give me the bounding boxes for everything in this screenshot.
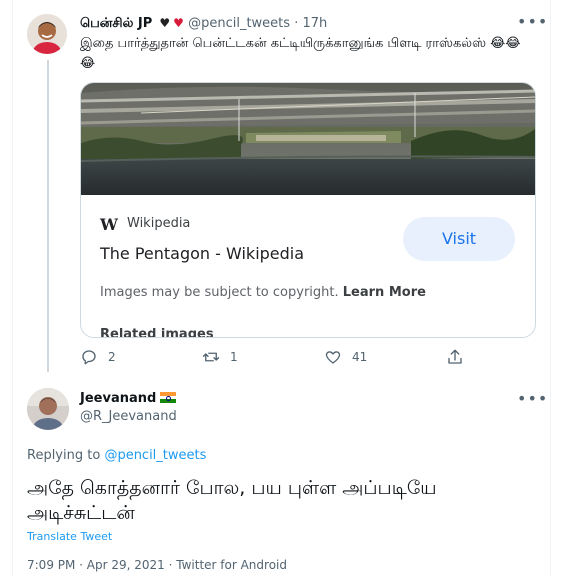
red-heart-icon: ♥ <box>173 16 184 30</box>
black-heart-icon: ♥ <box>159 16 171 30</box>
tweet2-author-name[interactable]: Jeevanand <box>80 391 156 406</box>
reply-icon <box>82 350 96 365</box>
translate-tweet-link[interactable]: Translate Tweet <box>27 530 112 543</box>
related-images-heading: Related images <box>100 327 214 338</box>
like-button[interactable]: 41 <box>324 346 367 368</box>
tweet1-handle[interactable]: @pencil_tweets <box>188 16 290 31</box>
tweet1-separator: · <box>294 16 299 31</box>
visit-button[interactable]: Visit <box>403 217 515 261</box>
replying-prefix: Replying to <box>27 448 101 463</box>
tweet2-meta: 7:09 PM · Apr 29, 2021 · Twitter for And… <box>27 558 287 572</box>
link-preview-card[interactable]: W Wikipedia The Pentagon - Wikipedia Vis… <box>80 82 536 338</box>
copyright-notice: Images may be subject to copyright. Lear… <box>100 285 426 300</box>
replying-to-line: Replying to @pencil_tweets <box>27 448 206 463</box>
heart-icon <box>325 351 341 364</box>
thread-connector-line <box>47 60 49 372</box>
avatar-jeevanand[interactable] <box>27 388 69 430</box>
tweet2-handle[interactable]: @R_Jeevanand <box>80 409 177 424</box>
retweet-button[interactable]: 1 <box>202 346 238 368</box>
india-flag-icon <box>160 392 177 403</box>
card-title[interactable]: The Pentagon - Wikipedia <box>100 244 304 263</box>
tweet1-time[interactable]: 17h <box>302 16 327 31</box>
card-source: Wikipedia <box>127 216 191 231</box>
learn-more-link[interactable]: Learn More <box>343 285 426 300</box>
reply-count: 2 <box>108 350 116 364</box>
tweet1-text: இதை பார்த்துதான் பென்ட்டகன் கட்டியிருக்க… <box>80 36 521 71</box>
tweet1-header: பென்சில் JP ♥ ♥ @pencil_tweets · 17h <box>80 14 327 33</box>
tweet1-author-name[interactable]: பென்சில் JP <box>80 16 152 31</box>
avatar-pencil-tweets[interactable] <box>27 14 67 54</box>
share-icon <box>448 349 462 364</box>
retweet-icon <box>202 352 220 362</box>
share-button[interactable] <box>446 346 474 368</box>
reply-button[interactable]: 2 <box>80 346 116 368</box>
more-icon[interactable]: ••• <box>517 389 548 408</box>
tweet1-action-bar: 2 1 41 <box>80 346 534 368</box>
wikipedia-logo-icon: W <box>100 215 118 234</box>
pentagon-aerial-image <box>81 83 535 195</box>
more-icon[interactable]: ••• <box>517 12 548 31</box>
like-count: 41 <box>352 350 368 364</box>
retweet-count: 1 <box>230 350 238 364</box>
copyright-text: Images may be subject to copyright. <box>100 285 339 300</box>
replying-to-link[interactable]: @pencil_tweets <box>104 448 206 463</box>
tweet2-text: அதே கொத்தனார் போல, பய புள்ள அப்படியே அடி… <box>27 477 437 524</box>
tweet2-author-row: Jeevanand <box>80 391 177 406</box>
